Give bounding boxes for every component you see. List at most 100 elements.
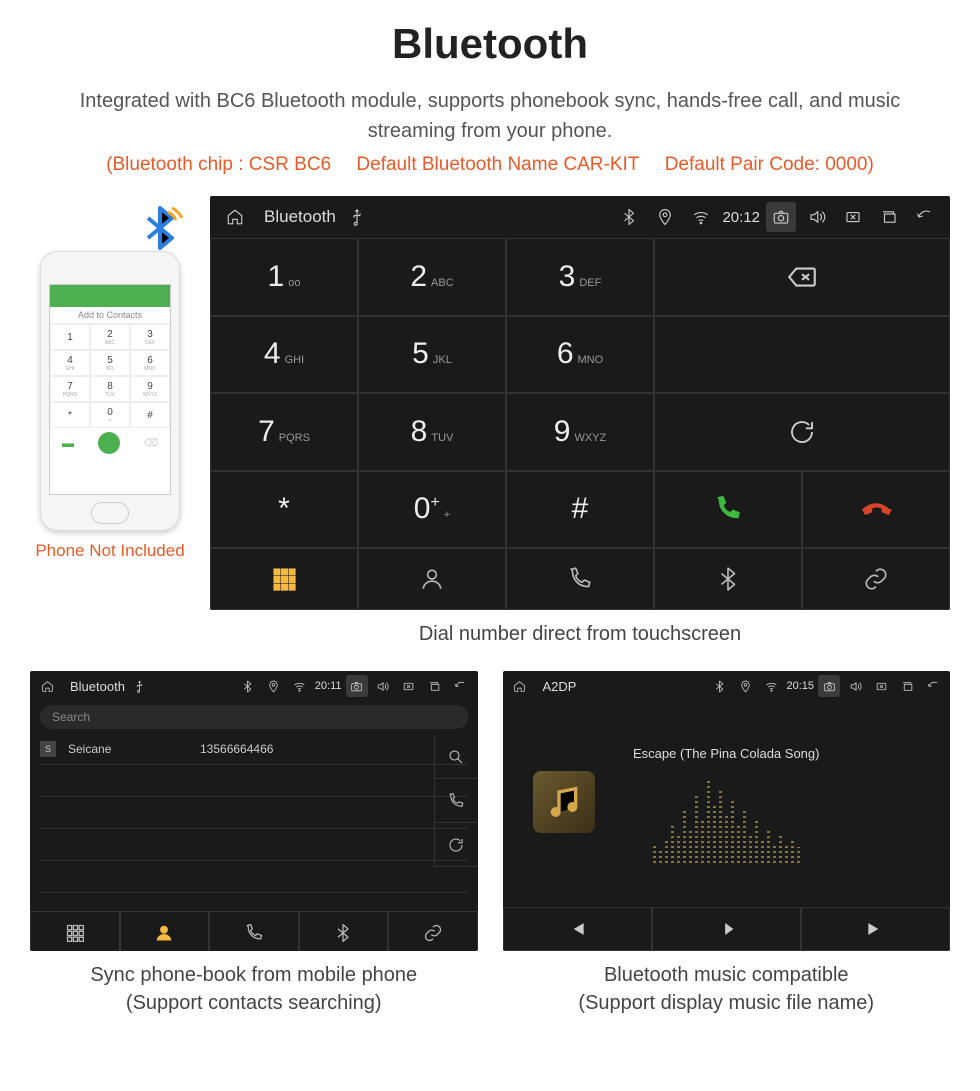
phone-key-8: 8TUV [90,376,130,402]
tab-contacts[interactable] [358,548,506,610]
music-note-icon [533,771,595,833]
spec-chip: (Bluetooth chip : CSR BC6 [106,154,331,175]
keypad-4[interactable]: 4GHI [210,316,358,394]
phone-key-6: 6MNO [130,350,170,376]
contact-row[interactable]: S Seicane 13566664466 [40,733,468,765]
camera-icon[interactable] [766,202,796,232]
bluetooth-icon [708,675,730,697]
volume-icon[interactable] [844,675,866,697]
tab-bluetooth[interactable] [299,911,389,951]
tab-contacts[interactable] [120,911,210,951]
sb-time: 20:12 [722,209,760,226]
subtitle: Integrated with BC6 Bluetooth module, su… [40,86,940,146]
music-screen: A2DP 20:15 Escape (The Pina Colada Song) [503,671,951,951]
keypad-9[interactable]: 9WXYZ [506,393,654,471]
camera-icon[interactable] [346,675,368,697]
backspace-button[interactable] [654,238,950,316]
tab-dialpad[interactable] [210,548,358,610]
close-icon[interactable] [398,675,420,697]
phonebook-screen: Bluetooth 20:11 Search S Seicane [30,671,478,951]
back-icon[interactable] [450,675,472,697]
sync-button[interactable] [654,393,950,471]
bluetooth-icon [614,202,644,232]
search-button[interactable] [434,735,478,779]
keypad-2[interactable]: 2ABC [358,238,506,316]
tab-dialpad[interactable] [30,911,120,951]
call-button[interactable] [434,779,478,823]
next-button[interactable] [801,907,950,951]
statusbar: A2DP 20:15 [503,671,951,701]
spec-line: (Bluetooth chip : CSR BC6 Default Blueto… [40,154,940,176]
sb-time: 20:15 [786,680,814,692]
search-input[interactable]: Search [40,705,468,729]
phone-call-button [98,432,120,454]
windows-icon[interactable] [896,675,918,697]
tab-calllog[interactable] [209,911,299,951]
windows-icon[interactable] [424,675,446,697]
equalizer-visual [653,773,800,863]
usb-icon [129,675,151,697]
phone-key-4: 4GHI [50,350,90,376]
wifi-icon [289,675,311,697]
keypad-8[interactable]: 8TUV [358,393,506,471]
keypad-5[interactable]: 5JKL [358,316,506,394]
phone-key-7: 7PQRS [50,376,90,402]
spec-name: Default Bluetooth Name CAR-KIT [356,154,639,175]
tab-bluetooth[interactable] [654,548,802,610]
phone-key-3: 3DEF [130,324,170,350]
hangup-button[interactable] [802,471,950,549]
home-icon[interactable] [220,202,250,232]
sb-time: 20:11 [315,680,342,692]
keypad-0[interactable]: 0++ [358,471,506,549]
sync-button[interactable] [434,823,478,867]
phone-key-9: 9WXYZ [130,376,170,402]
play-button[interactable] [652,907,801,951]
back-icon[interactable] [910,202,940,232]
keypad-#[interactable]: # [506,471,654,549]
prev-button[interactable] [503,907,652,951]
back-icon[interactable] [922,675,944,697]
camera-icon[interactable] [818,675,840,697]
home-icon[interactable] [36,675,58,697]
volume-icon[interactable] [802,202,832,232]
phone-key-*: * [50,402,90,428]
volume-icon[interactable] [372,675,394,697]
bluetooth-icon [237,675,259,697]
sb-title: Bluetooth [70,679,125,694]
sb-title: A2DP [543,679,577,694]
dialer-caption: Dial number direct from touchscreen [210,620,950,648]
contact-name: Seicane [68,742,188,756]
keypad-6[interactable]: 6MNO [506,316,654,394]
contact-badge: S [40,741,56,757]
phonebook-caption: Sync phone-book from mobile phone (Suppo… [30,961,478,1017]
phone-menu-icon: ▬ [62,436,74,450]
keypad-3[interactable]: 3DEF [506,238,654,316]
contact-number: 13566664466 [200,742,273,756]
location-icon [263,675,285,697]
tab-pairing[interactable] [802,548,950,610]
phone-key-#: # [130,402,170,428]
phone-mockup: Add to Contacts 12ABC3DEF4GHI5JKL6MNO7PQ… [40,251,180,531]
keypad-*[interactable]: * [210,471,358,549]
wifi-icon [686,202,716,232]
phone-key-2: 2ABC [90,324,130,350]
home-icon[interactable] [509,675,531,697]
tab-calllog[interactable] [506,548,654,610]
call-button[interactable] [654,471,802,549]
usb-icon [342,202,372,232]
dialer-screen: Bluetooth 20:12 1oo2ABC3DEF4GHI5JKL6MNO7… [210,196,950,610]
location-icon [650,202,680,232]
empty-cell [654,316,950,394]
close-icon[interactable] [870,675,892,697]
statusbar: Bluetooth 20:11 [30,671,478,701]
phone-key-0: 0+ [90,402,130,428]
keypad-1[interactable]: 1oo [210,238,358,316]
close-icon[interactable] [838,202,868,232]
keypad-7[interactable]: 7PQRS [210,393,358,471]
spec-code: Default Pair Code: 0000) [665,154,874,175]
location-icon [734,675,756,697]
phone-add-contacts: Add to Contacts [50,307,170,324]
windows-icon[interactable] [874,202,904,232]
phone-backspace-icon: ⌫ [144,438,158,449]
tab-pairing[interactable] [388,911,478,951]
